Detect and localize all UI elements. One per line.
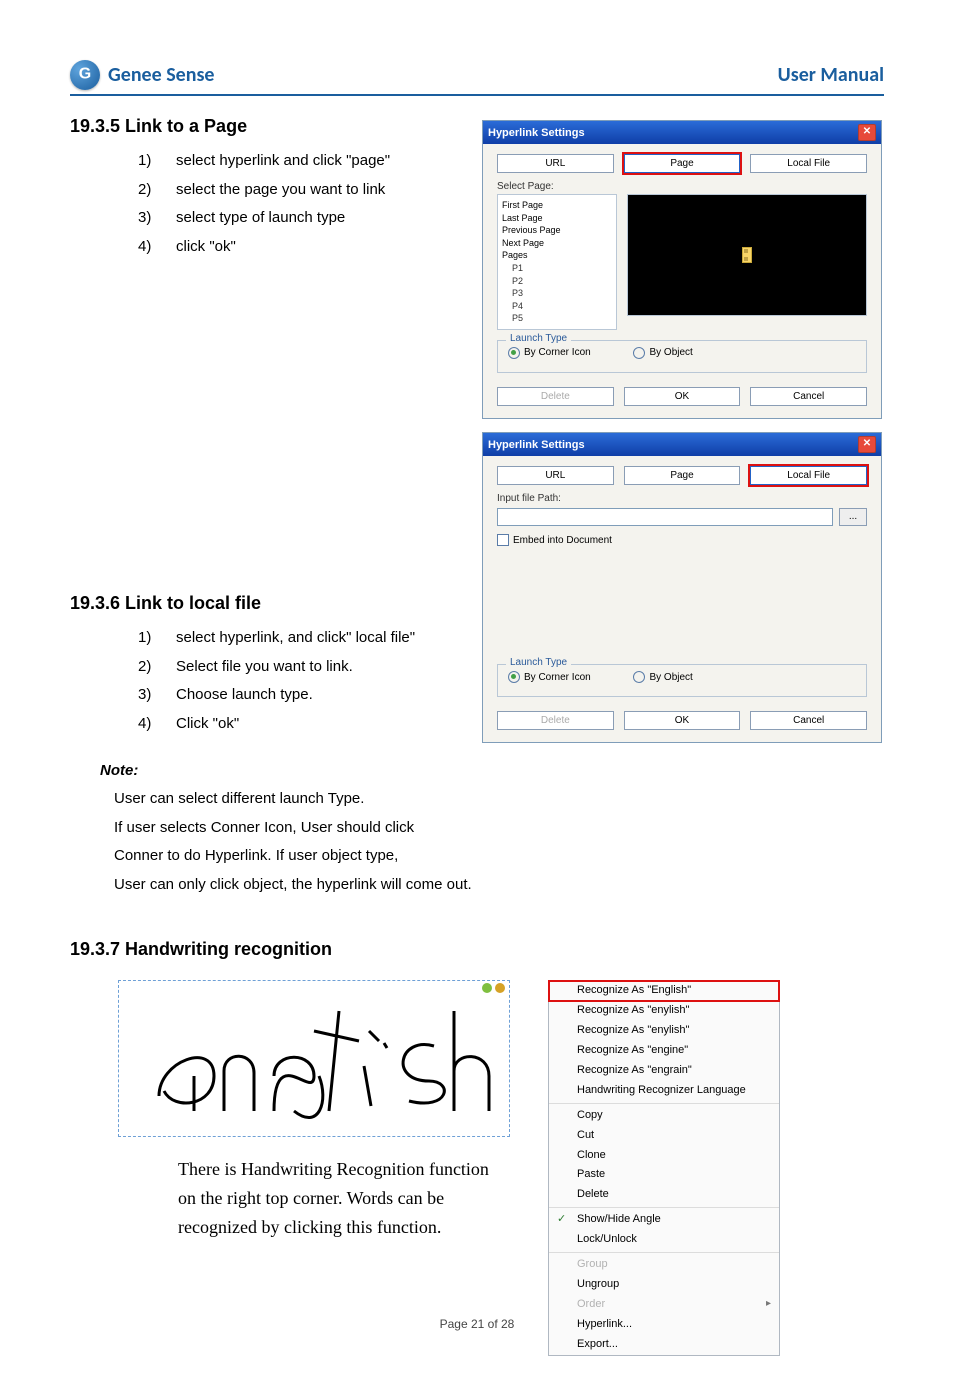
radio-corner-icon[interactable]: By Corner Icon [508, 347, 591, 359]
tab-url[interactable]: URL [497, 154, 614, 173]
dialog-titlebar: Hyperlink Settings ✕ [483, 433, 881, 456]
section-19-3-7-heading: 19.3.7 Handwriting recognition [70, 939, 884, 960]
doc-title: User Manual [778, 63, 884, 87]
close-icon[interactable]: ✕ [858, 436, 876, 453]
context-menu: Recognize As "English" Recognize As "eny… [548, 980, 780, 1356]
handwriting-caption: There is Handwriting Recognition functio… [178, 1155, 538, 1241]
select-page-label: Select Page: [483, 179, 881, 194]
note-body: User can select different launch Type. I… [114, 785, 884, 899]
brand-text: Genee Sense [108, 63, 215, 87]
hyperlink-dialog-page: Hyperlink Settings ✕ URL Page Local File… [482, 120, 882, 419]
embed-checkbox[interactable]: Embed into Document [483, 532, 881, 548]
note-heading: Note: [100, 762, 884, 779]
browse-button[interactable]: ... [839, 508, 867, 526]
menu-recognize-2[interactable]: Recognize As "enylish" [549, 1021, 779, 1041]
menu-ungroup[interactable]: Ungroup [549, 1275, 779, 1295]
cancel-button[interactable]: Cancel [750, 387, 867, 406]
menu-clone[interactable]: Clone [549, 1146, 779, 1166]
handwriting-canvas[interactable] [118, 980, 510, 1137]
radio-by-object[interactable]: By Object [633, 347, 692, 359]
delete-button[interactable]: Delete [497, 711, 614, 730]
dialog-title: Hyperlink Settings [488, 127, 585, 139]
menu-handle-icon[interactable] [495, 983, 505, 993]
file-path-input[interactable] [497, 508, 833, 526]
close-icon[interactable]: ✕ [858, 124, 876, 141]
page-tree[interactable]: First Page Last Page Previous Page Next … [497, 194, 617, 330]
tab-page[interactable]: Page [624, 154, 741, 173]
page-header: Genee Sense User Manual [70, 60, 884, 96]
cancel-button[interactable]: Cancel [750, 711, 867, 730]
menu-group[interactable]: Group [549, 1255, 779, 1275]
delete-button[interactable]: Delete [497, 387, 614, 406]
menu-show-hide-angle[interactable]: Show/Hide Angle [549, 1210, 779, 1230]
menu-delete[interactable]: Delete [549, 1185, 779, 1205]
menu-recognize-3[interactable]: Recognize As "engine" [549, 1041, 779, 1061]
menu-paste[interactable]: Paste [549, 1165, 779, 1185]
tab-local-file[interactable]: Local File [750, 154, 867, 173]
tab-page[interactable]: Page [624, 466, 741, 485]
ok-button[interactable]: OK [624, 711, 741, 730]
brand: Genee Sense [70, 60, 215, 90]
menu-recognize-4[interactable]: Recognize As "engrain" [549, 1061, 779, 1081]
menu-cut[interactable]: Cut [549, 1126, 779, 1146]
menu-export[interactable]: Export... [549, 1335, 779, 1355]
file-path-label: Input file Path: [483, 491, 881, 506]
menu-copy[interactable]: Copy [549, 1106, 779, 1126]
checkbox-icon [497, 534, 509, 546]
page-footer: Page 21 of 28 [0, 1317, 954, 1331]
hourglass-icon [742, 247, 752, 263]
menu-lock-unlock[interactable]: Lock/Unlock [549, 1230, 779, 1250]
dialog-title: Hyperlink Settings [488, 439, 585, 451]
brand-logo-icon [70, 60, 100, 90]
dialog-titlebar: Hyperlink Settings ✕ [483, 121, 881, 144]
menu-recognize-1[interactable]: Recognize As "enylish" [549, 1001, 779, 1021]
menu-order[interactable]: Order [549, 1295, 779, 1315]
launch-type-group: Launch Type By Corner Icon By Object [497, 664, 867, 697]
menu-recognizer-language[interactable]: Handwriting Recognizer Language [549, 1081, 779, 1101]
menu-recognize-top[interactable]: Recognize As "English" [549, 981, 779, 1001]
tab-local-file[interactable]: Local File [750, 466, 867, 485]
hyperlink-dialog-local-file: Hyperlink Settings ✕ URL Page Local File… [482, 432, 882, 743]
ok-button[interactable]: OK [624, 387, 741, 406]
launch-type-group: Launch Type By Corner Icon By Object [497, 340, 867, 373]
radio-corner-icon[interactable]: By Corner Icon [508, 671, 591, 683]
tab-url[interactable]: URL [497, 466, 614, 485]
rotate-handle-icon[interactable] [482, 983, 492, 993]
page-preview [627, 194, 867, 316]
radio-by-object[interactable]: By Object [633, 671, 692, 683]
